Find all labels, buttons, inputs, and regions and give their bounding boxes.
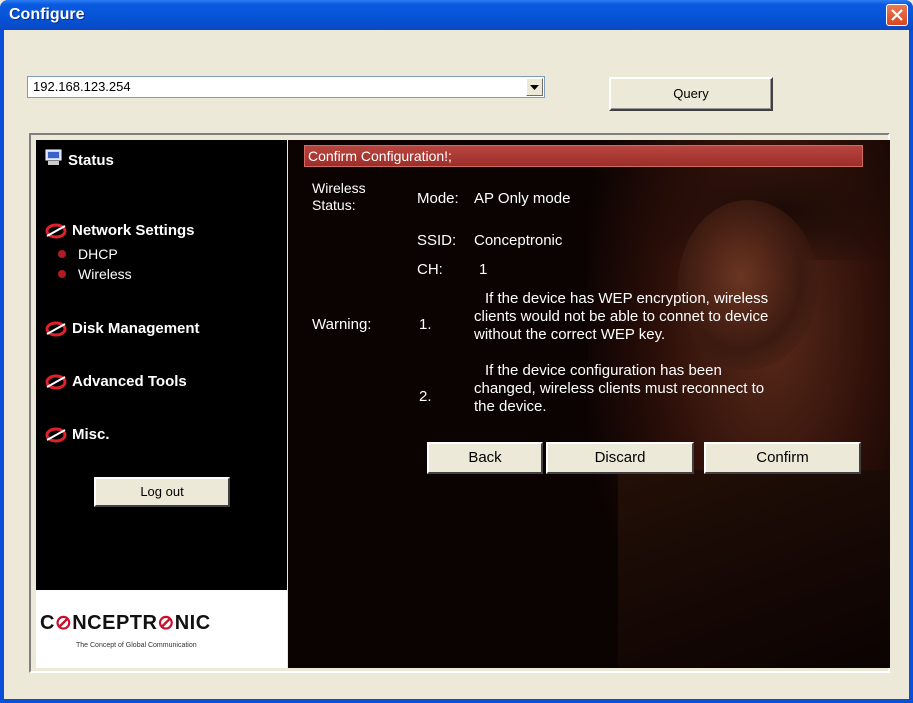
logo-part: C bbox=[40, 612, 55, 634]
sidebar-item-network-settings[interactable]: Network Settings bbox=[45, 222, 195, 239]
brand-logo: C⊘NCEPTR⊘NIC The Concept of Global Commu… bbox=[36, 590, 287, 668]
logo-o-icon: ⊘ bbox=[54, 612, 73, 634]
sidebar: Status Network Settings DHCP Wireless Di… bbox=[36, 140, 287, 668]
warning-1-number: 1. bbox=[419, 316, 432, 333]
logo-tagline: The Concept of Global Communication bbox=[76, 642, 197, 649]
address-value: 192.168.123.254 bbox=[33, 79, 131, 94]
warning-label: Warning: bbox=[312, 316, 372, 333]
warning-1-line: If the device has WEP encryption, wirele… bbox=[485, 290, 769, 307]
sidebar-item-status[interactable]: Status bbox=[45, 146, 114, 169]
chevron-down-icon bbox=[530, 85, 539, 90]
sidebar-item-label: Disk Management bbox=[72, 320, 200, 337]
conceptronic-logo-icon bbox=[45, 427, 67, 443]
logo-wordmark: C⊘NCEPTR⊘NIC bbox=[40, 610, 211, 635]
ssid-value: Conceptronic bbox=[474, 232, 563, 249]
computer-icon bbox=[45, 149, 63, 166]
bullet-icon bbox=[58, 270, 66, 278]
sidebar-item-wireless[interactable]: Wireless bbox=[58, 266, 132, 282]
logo-o-icon: ⊘ bbox=[157, 612, 175, 634]
window-title: Configure bbox=[9, 6, 85, 23]
warning-2-line: changed, wireless clients must reconnect… bbox=[474, 380, 765, 397]
ssid-label: SSID: bbox=[417, 232, 457, 249]
logo-part: NCEPTR bbox=[72, 612, 158, 634]
sidebar-item-advanced-tools[interactable]: Advanced Tools bbox=[45, 373, 187, 390]
conceptronic-logo-icon bbox=[45, 374, 67, 390]
background-photo-face bbox=[678, 200, 818, 370]
sidebar-item-label: Wireless bbox=[78, 266, 132, 282]
content-panel: Confirm Configuration!; Wireless Status:… bbox=[288, 140, 890, 668]
sidebar-item-disk-management[interactable]: Disk Management bbox=[45, 320, 200, 337]
background-photo-laptop bbox=[618, 470, 890, 668]
sidebar-item-dhcp[interactable]: DHCP bbox=[58, 246, 118, 262]
wireless-status-label-2: Status: bbox=[312, 197, 356, 213]
conceptronic-logo-icon bbox=[45, 321, 67, 337]
wireless-status-label: Wireless bbox=[312, 180, 366, 196]
confirm-header: Confirm Configuration!; bbox=[304, 145, 863, 167]
discard-button[interactable]: Discard bbox=[546, 442, 694, 474]
mode-value: AP Only mode bbox=[474, 190, 571, 207]
confirm-button[interactable]: Confirm bbox=[704, 442, 861, 474]
warning-2-line: If the device configuration has been bbox=[485, 362, 722, 379]
sidebar-item-label: Status bbox=[68, 152, 114, 169]
sidebar-item-misc[interactable]: Misc. bbox=[45, 426, 110, 443]
logout-button[interactable]: Log out bbox=[94, 477, 230, 507]
channel-value: 1 bbox=[479, 261, 488, 278]
bullet-icon bbox=[58, 250, 66, 258]
sidebar-item-label: DHCP bbox=[78, 246, 118, 262]
mode-label: Mode: bbox=[417, 190, 459, 207]
warning-1-line: without the correct WEP key. bbox=[474, 326, 666, 343]
channel-label: CH: bbox=[417, 261, 443, 278]
sidebar-item-label: Advanced Tools bbox=[72, 373, 187, 390]
sidebar-item-label: Network Settings bbox=[72, 222, 195, 239]
sidebar-item-label: Misc. bbox=[72, 426, 110, 443]
title-bar[interactable]: Configure bbox=[0, 0, 913, 30]
warning-1-line: clients would not be able to connet to d… bbox=[474, 308, 769, 325]
logo-part: NIC bbox=[174, 612, 211, 634]
warning-2-line: the device. bbox=[474, 398, 547, 415]
address-combobox[interactable]: 192.168.123.254 bbox=[27, 76, 545, 98]
close-button[interactable] bbox=[886, 4, 908, 26]
back-button[interactable]: Back bbox=[427, 442, 543, 474]
close-icon bbox=[891, 9, 903, 21]
combo-dropdown-button[interactable] bbox=[526, 78, 543, 96]
conceptronic-logo-icon bbox=[45, 223, 67, 239]
warning-2-number: 2. bbox=[419, 388, 432, 405]
query-button[interactable]: Query bbox=[609, 77, 773, 111]
